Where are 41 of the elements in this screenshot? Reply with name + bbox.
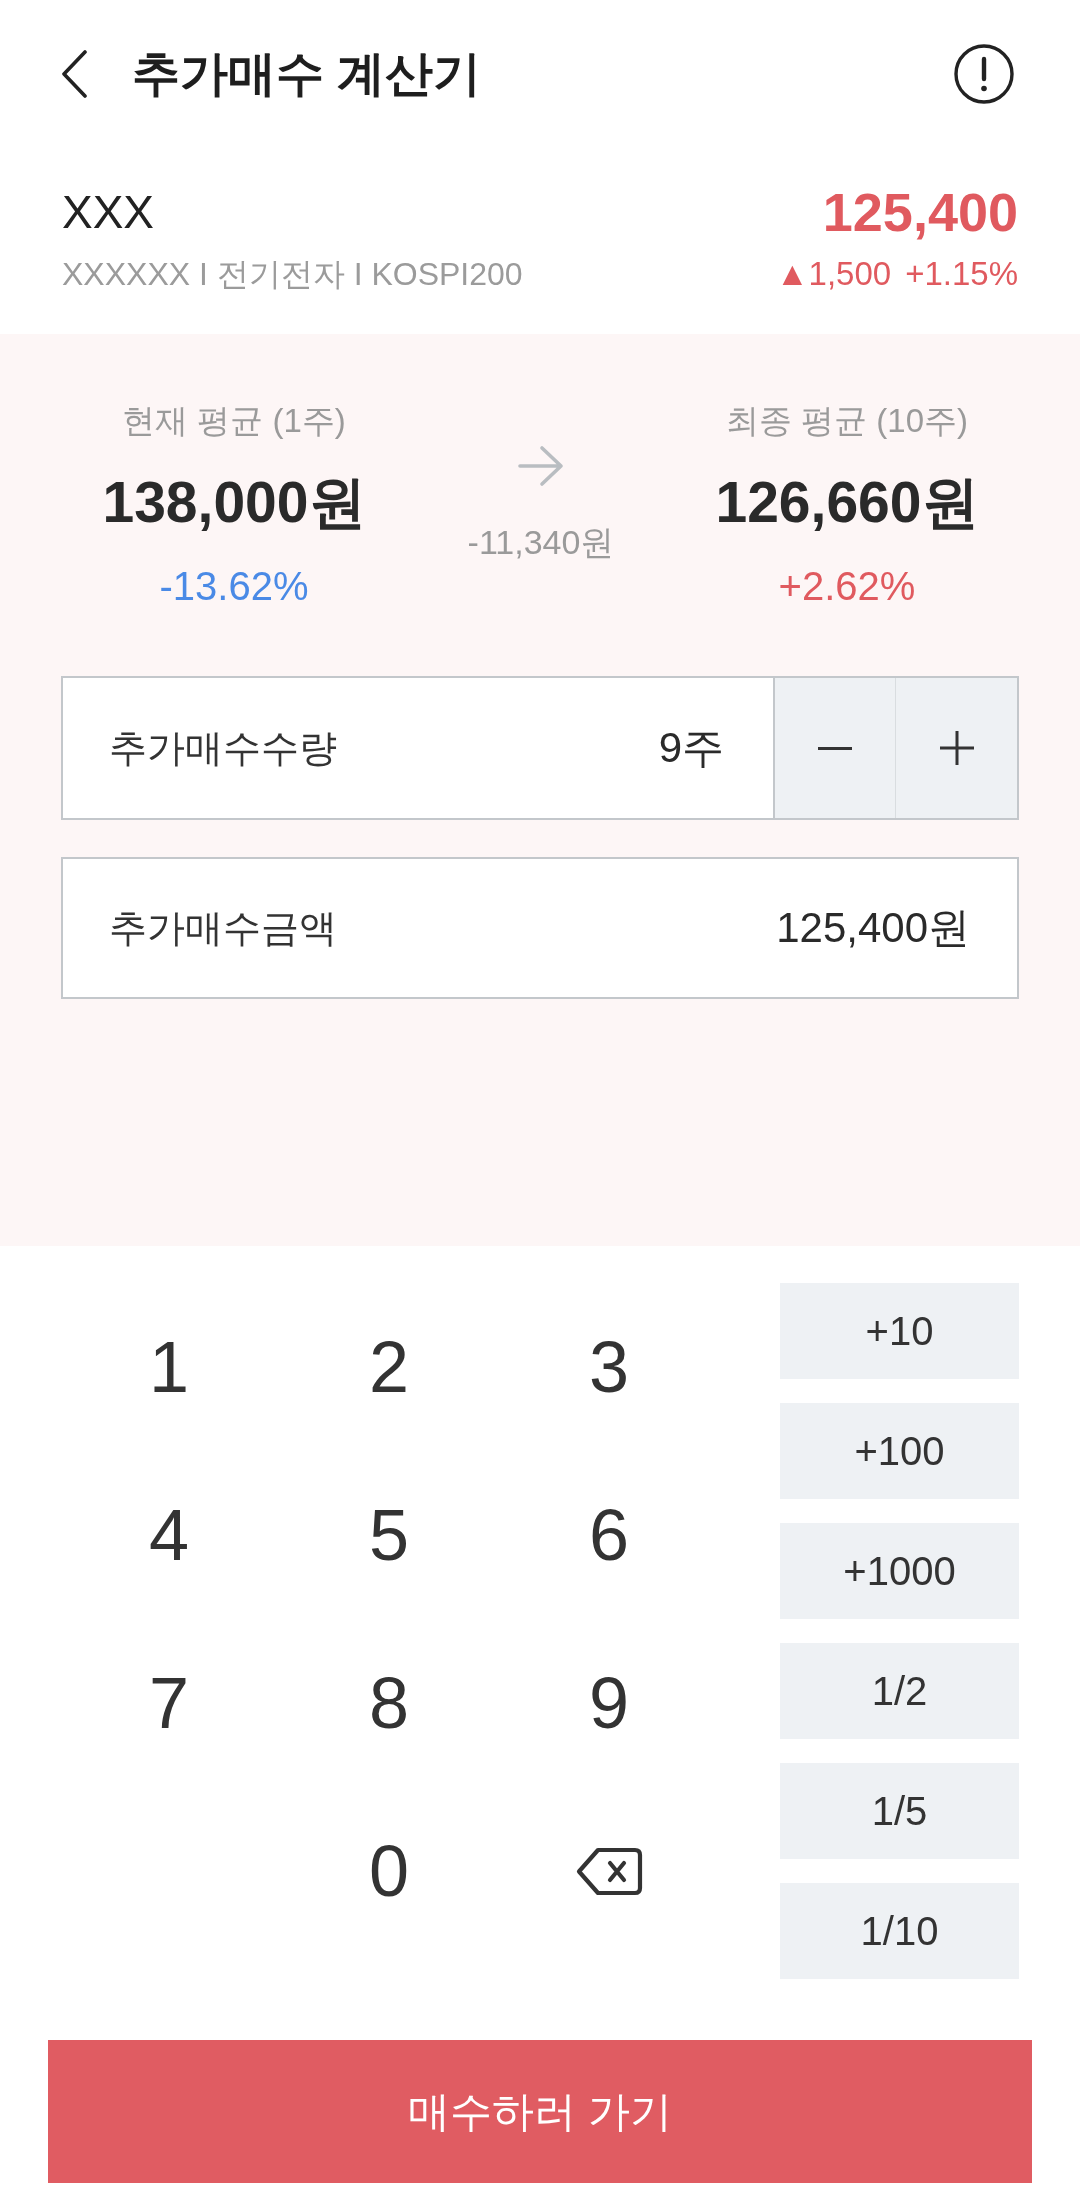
digit-key[interactable]: 1 bbox=[59, 1283, 279, 1451]
back-icon[interactable] bbox=[61, 50, 88, 98]
info-icon[interactable] bbox=[954, 44, 1014, 104]
stock-name: XXX bbox=[62, 185, 156, 240]
amount-value: 125,400원 bbox=[776, 903, 970, 953]
page-title: 추가매수 계산기 bbox=[132, 46, 483, 102]
arrow-right-icon bbox=[517, 444, 565, 488]
stock-price: 125,400 bbox=[822, 181, 1018, 244]
digit-key[interactable]: 7 bbox=[59, 1619, 279, 1787]
quick-amount-button[interactable]: +10 bbox=[780, 1283, 1019, 1379]
digit-key[interactable]: 6 bbox=[499, 1451, 719, 1619]
return-rate: +2.62% bbox=[778, 563, 916, 610]
buy-button[interactable]: 매수하러 가기 bbox=[48, 2040, 1032, 2183]
average-label: 최종 평균 (10주) bbox=[726, 401, 968, 441]
digit-key[interactable]: 2 bbox=[279, 1283, 499, 1451]
quick-amount-button[interactable]: 1/5 bbox=[780, 1763, 1019, 1859]
quantity-label: 추가매수수량 bbox=[109, 726, 337, 771]
backspace-icon bbox=[575, 1846, 643, 1896]
average-price: 126,660원 bbox=[715, 469, 979, 536]
digit-key[interactable]: 3 bbox=[499, 1283, 719, 1451]
stock-info: XXXXXX I 전기전자 I KOSPI200 bbox=[62, 255, 523, 294]
quick-amount-button[interactable]: 1/10 bbox=[780, 1883, 1019, 1979]
price-difference: -11,340원 bbox=[467, 522, 615, 563]
minus-icon bbox=[818, 746, 852, 750]
plus-icon bbox=[939, 731, 974, 765]
digit-key[interactable]: 0 bbox=[279, 1787, 499, 1955]
quantity-value: 9주 bbox=[658, 723, 724, 773]
quick-amount-button[interactable]: +1000 bbox=[780, 1523, 1019, 1619]
digit-key[interactable]: 5 bbox=[279, 1451, 499, 1619]
amount-label: 추가매수금액 bbox=[109, 906, 337, 951]
average-label: 현재 평균 (1주) bbox=[122, 401, 346, 441]
price-change: ▲1,500 bbox=[775, 254, 892, 294]
digit-key[interactable]: 9 bbox=[499, 1619, 719, 1787]
average-price: 138,000원 bbox=[102, 469, 366, 536]
amount-field[interactable]: 추가매수금액 125,400원 bbox=[61, 857, 1019, 999]
change-rate: +1.15% bbox=[905, 254, 1018, 294]
quick-amount-button[interactable]: 1/2 bbox=[780, 1643, 1019, 1739]
quick-amount-button[interactable]: +100 bbox=[780, 1403, 1019, 1499]
digit-key[interactable]: 4 bbox=[59, 1451, 279, 1619]
digit-key[interactable]: 8 bbox=[279, 1619, 499, 1787]
return-rate: -13.62% bbox=[159, 563, 309, 610]
